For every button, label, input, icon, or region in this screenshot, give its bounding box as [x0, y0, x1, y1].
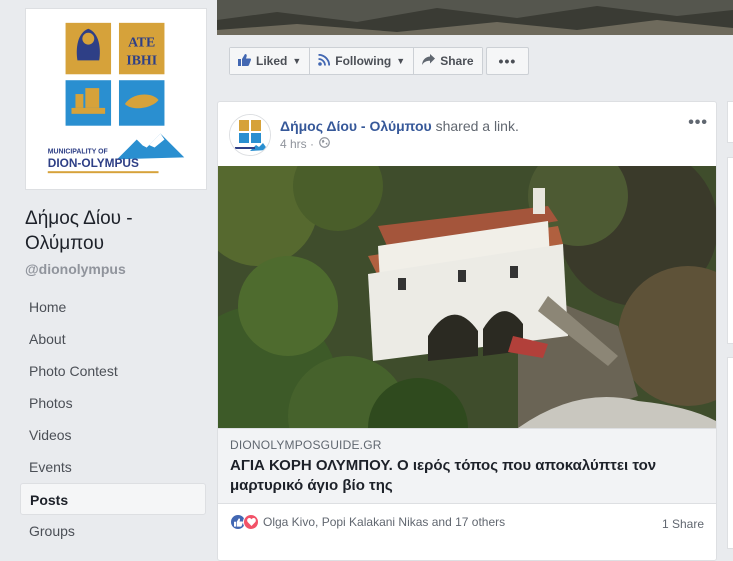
link-preview-image[interactable] [218, 166, 716, 428]
post-card: Δήμος Δίου - Ολύμπου shared a link. 4 hr… [217, 101, 717, 561]
more-options-button[interactable]: ••• [485, 47, 530, 75]
post-meta: 4 hrs · [280, 137, 330, 151]
link-title: ΑΓΙΑ ΚΟΡΗ ΟΛΥΜΠΟΥ. Ο ιερός τόπος που απο… [230, 457, 657, 494]
liked-button[interactable]: Liked ▼ [229, 47, 311, 75]
reaction-names: Olga Kivo, Popi Kalakani Nikas and 17 ot… [263, 515, 506, 529]
share-count[interactable]: 1 Share [662, 517, 704, 531]
globe-icon[interactable] [319, 137, 330, 151]
cover-photo-image [217, 0, 733, 35]
post-timestamp[interactable]: 4 hrs [280, 137, 307, 151]
share-button[interactable]: Share [414, 47, 483, 75]
following-label: Following [335, 54, 392, 68]
chapel-photo [218, 166, 716, 428]
link-preview-caption[interactable]: DIONOLYMPOSGUIDE.GR ΑΓΙΑ ΚΟΡΗ ΟΛΥΜΠΟΥ. Ο… [218, 428, 716, 504]
cover-photo[interactable] [217, 0, 733, 35]
action-button-group: Liked ▼ Following ▼ Share [229, 47, 483, 75]
nav-item-posts[interactable]: Posts [20, 483, 206, 515]
nav-item-events[interactable]: Events [20, 451, 206, 483]
chevron-down-icon: ▼ [292, 56, 302, 66]
reactions-summary[interactable]: Olga Kivo, Popi Kalakani Nikas and 17 ot… [230, 514, 505, 530]
nav-item-photos[interactable]: Photos [20, 387, 206, 419]
svg-text:ΑΤΕ: ΑΤΕ [128, 35, 155, 50]
right-column-card [727, 357, 733, 549]
chevron-down-icon: ▼ [396, 56, 406, 66]
page-profile-picture[interactable]: ΑΤΕ ΙΒΗΙ MUNICIPALITY OF DION-OLYMPUS [25, 8, 207, 190]
rss-feed-icon [318, 53, 331, 69]
liked-label: Liked [256, 54, 288, 68]
nav-item-groups[interactable]: Groups [20, 515, 206, 547]
municipality-logo-icon [230, 115, 270, 155]
separator: · [306, 137, 315, 151]
page-title[interactable]: Δήμος Δίου - Ολύμπου [25, 206, 215, 256]
thumbs-up-icon [238, 53, 251, 69]
post-options-menu[interactable]: ••• [688, 114, 708, 132]
svg-text:MUNICIPALITY OF: MUNICIPALITY OF [48, 148, 108, 155]
right-column-card [727, 157, 733, 344]
page-actions: Liked ▼ Following ▼ Share ••• [229, 47, 530, 75]
post-author-avatar[interactable] [229, 114, 271, 156]
nav-item-home[interactable]: Home [20, 291, 206, 323]
post-action-text: shared a link. [435, 118, 519, 134]
nav-item-about[interactable]: About [20, 323, 206, 355]
nav-item-photo-contest[interactable]: Photo Contest [20, 355, 206, 387]
svg-text:DION-OLYMPUS: DION-OLYMPUS [48, 156, 139, 170]
post-author-link[interactable]: Δήμος Δίου - Ολύμπου [280, 118, 432, 134]
love-reaction-icon [243, 514, 259, 530]
following-button[interactable]: Following ▼ [310, 47, 415, 75]
post-header: Δήμος Δίου - Ολύμπου shared a link. [280, 118, 519, 134]
share-label: Share [440, 54, 474, 68]
svg-text:ΙΒΗΙ: ΙΒΗΙ [126, 52, 157, 67]
page-nav: Home About Photo Contest Photos Videos E… [20, 291, 206, 547]
nav-item-videos[interactable]: Videos [20, 419, 206, 451]
share-arrow-icon [422, 54, 436, 68]
right-column-card [727, 101, 733, 143]
municipality-logo: ΑΤΕ ΙΒΗΙ MUNICIPALITY OF DION-OLYMPUS [26, 9, 206, 189]
link-domain: DIONOLYMPOSGUIDE.GR [230, 438, 382, 452]
page-handle[interactable]: @dionolympus [25, 261, 126, 277]
